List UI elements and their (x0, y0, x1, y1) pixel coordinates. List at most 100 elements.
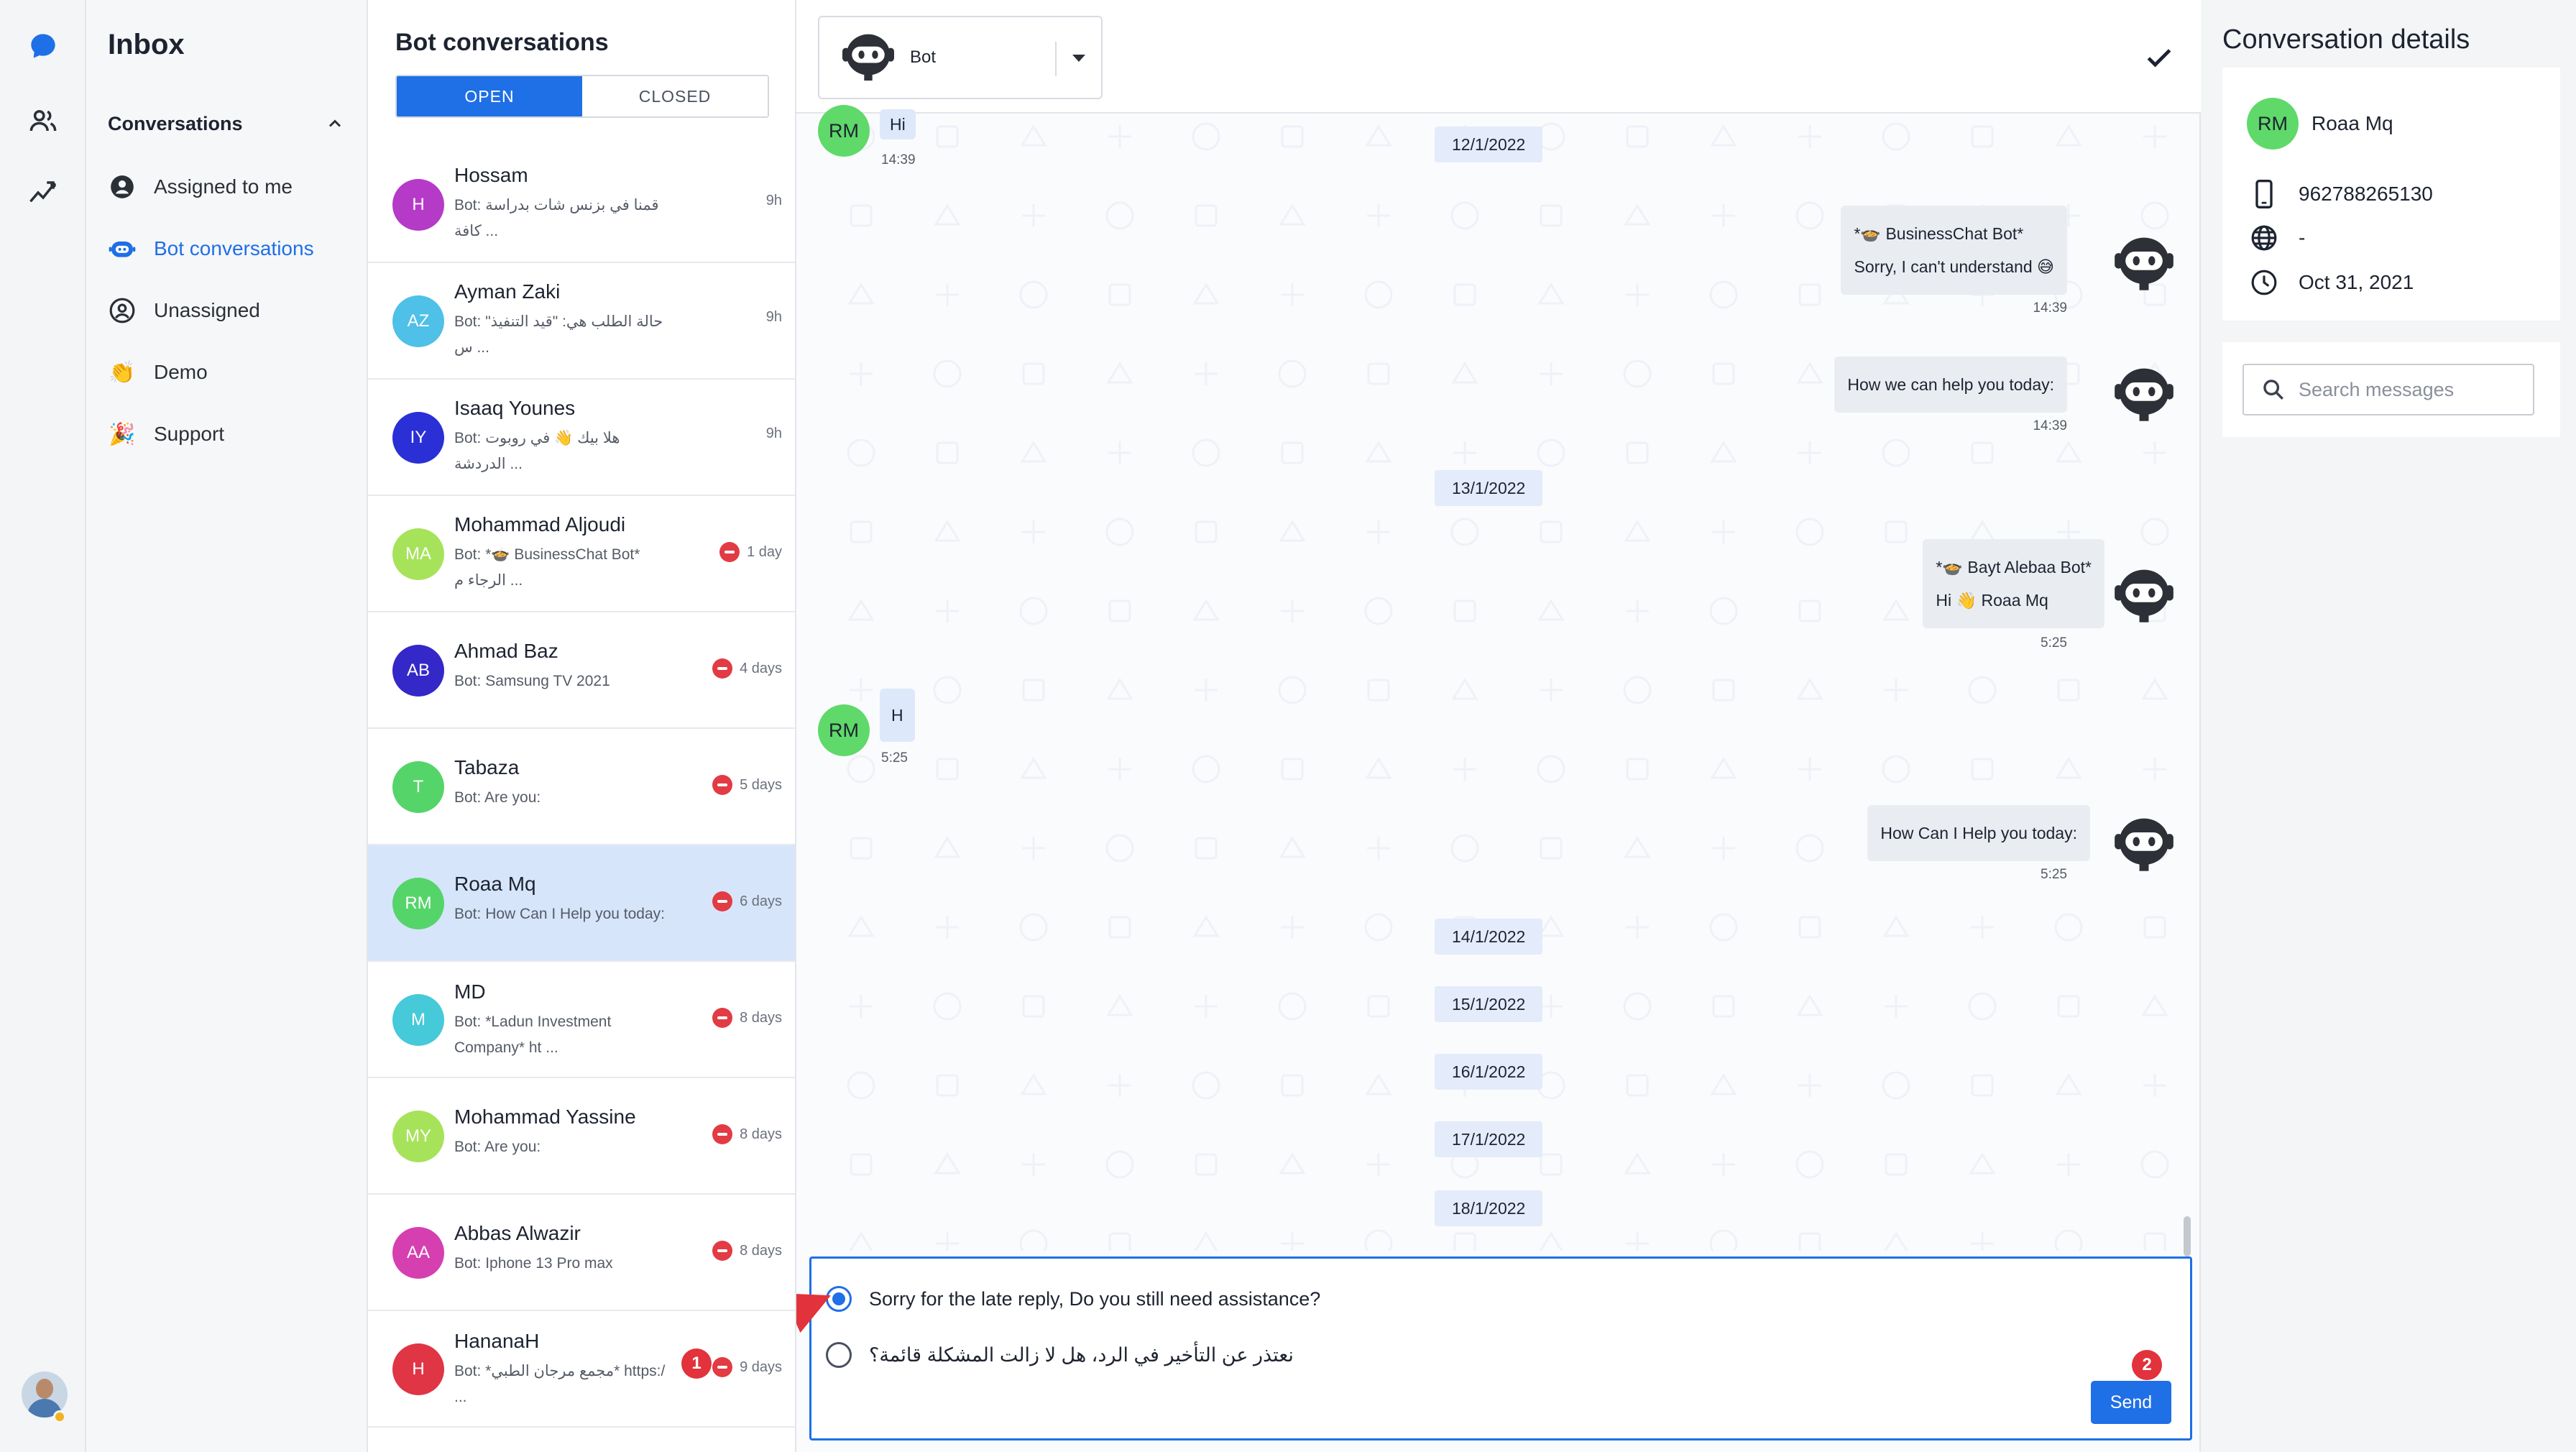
status-indicator (53, 1410, 66, 1423)
message-preview: Bot: How Can I Help you today: (454, 906, 665, 922)
conversation-row[interactable]: MY Mohammad Yassine Bot: Are you: 8 days (368, 1078, 795, 1195)
conversation-row[interactable]: H Hossam Bot: قمنا في بزنس شات بدراسة كافة… (368, 147, 795, 263)
conversation-row[interactable]: AZ Ayman Zaki Bot: حالة الطلب هي: "قيد الت… (368, 263, 795, 380)
search-box[interactable] (2242, 364, 2534, 415)
chat-bubble-icon[interactable] (26, 29, 60, 63)
overdue-icon (712, 1008, 733, 1028)
caret-down-icon (1072, 55, 1085, 62)
nav-item-support[interactable]: 🎉 Support (108, 414, 352, 454)
search-messages-input[interactable] (2299, 378, 2529, 401)
conversation-time: 8 days (712, 1241, 782, 1261)
nav-item-label: Assigned to me (154, 175, 293, 198)
message-bubble-outgoing: *🍲 BusinessChat Bot* Sorry, I can't unde… (1841, 206, 2067, 295)
customer-avatar: RM (818, 704, 870, 756)
message-line: Sorry, I can't understand 😅 (1854, 257, 2054, 276)
date-separator: 17/1/2022 (1435, 1121, 1543, 1157)
contact-name: MD (454, 980, 486, 1003)
conversation-row[interactable]: H HananaH Bot: *مجمع مرجان الطبي* https:/ … (368, 1311, 795, 1428)
chat-scrollbar[interactable] (2184, 1216, 2191, 1256)
conversation-time: 6 days (712, 891, 782, 911)
message-preview: Bot: قمنا في بزنس شات بدراسة كافة ... (454, 197, 659, 239)
message-preview: Bot: حالة الطلب هي: "قيد التنفيذ" س ... (454, 313, 663, 356)
nav-item-unassigned[interactable]: Unassigned (108, 290, 352, 331)
time-label: 1 day (747, 543, 782, 560)
reply-option-label: Sorry for the late reply, Do you still n… (869, 1287, 1321, 1310)
conversation-row[interactable]: AA Abbas Alwazir Bot: Iphone 13 Pro max 8 d… (368, 1195, 795, 1311)
message-preview: Bot: Samsung TV 2021 (454, 673, 610, 689)
contact-name: Ahmad Baz (454, 640, 558, 662)
customer-avatar: RM (818, 105, 870, 157)
contact-date-row: Oct 31, 2021 (2247, 269, 2414, 296)
message-line: Hi 👋 Roaa Mq (1936, 591, 2048, 610)
contact-avatar: RM (392, 878, 444, 929)
nav-item-demo[interactable]: 👏 Demo (108, 352, 352, 392)
time-label: 5 days (740, 776, 782, 793)
radio-unselected[interactable] (826, 1342, 852, 1368)
contact-avatar: H (392, 1343, 444, 1395)
contact-avatar: M (392, 994, 444, 1046)
message-preview: Bot: Are you: (454, 789, 541, 806)
date-separator: 12/1/2022 (1435, 127, 1543, 162)
conversation-details: Conversation details RM Roaa Mq 96278826… (2201, 0, 2576, 1452)
conversation-row[interactable]: M MD Bot: *Ladun Investment Company* ht ..… (368, 962, 795, 1078)
chat-panel: Bot RM Hi 14:39 12/1/2022 *🍲 BusinessCha… (681, 0, 2201, 1452)
conversation-row[interactable]: MA Mohammad Aljoudi Bot: *🍲 BusinessChat B… (368, 496, 795, 612)
contact-name: Mohammad Yassine (454, 1106, 636, 1128)
conversation-time: 8 days (712, 1008, 782, 1028)
contact-avatar: RM (2247, 98, 2299, 150)
reply-option-arabic[interactable]: نعتذر عن التأخير في الرد، هل لا زالت الم… (826, 1338, 1294, 1372)
clock-icon (2247, 269, 2281, 296)
nav-item-label: Bot conversations (154, 237, 314, 259)
users-icon[interactable] (26, 104, 60, 138)
message-preview: Bot: *🍲 BusinessChat Bot* الرجاء م ... (454, 546, 640, 589)
app-rail (0, 0, 86, 1452)
contact-name: Hossam (454, 164, 528, 186)
chat-header: Bot (796, 0, 2201, 114)
contact-website: - (2299, 226, 2306, 249)
tab-open[interactable]: OPEN (397, 76, 582, 116)
conversation-time: 8 days (712, 1124, 782, 1144)
overdue-icon (712, 1241, 733, 1261)
nav-item-assigned-to-me[interactable]: Assigned to me (108, 167, 352, 207)
conversation-row[interactable]: RM Roaa Mq Bot: How Can I Help you today: 6… (368, 845, 795, 962)
time-label: 8 days (740, 1126, 782, 1142)
conversation-row[interactable]: T Tabaza Bot: Are you: 5 days (368, 729, 795, 845)
bot-avatar-icon (2115, 368, 2174, 421)
time-label: 9h (765, 426, 782, 441)
contact-name: Mohammad Aljoudi (454, 513, 626, 536)
time-label: 9h (765, 193, 782, 208)
check-icon[interactable] (2143, 42, 2175, 73)
analytics-icon[interactable] (26, 175, 60, 210)
account-circle-icon (108, 173, 137, 201)
message-preview: Bot: Iphone 13 Pro max (454, 1255, 613, 1272)
message-preview: Bot: *مجمع مرجان الطبي* https:/ ... (454, 1363, 666, 1405)
conversation-row[interactable]: AB Ahmad Baz Bot: Samsung TV 2021 4 days (368, 612, 795, 729)
contact-avatar: MY (392, 1111, 444, 1162)
contact-phone-row: 962788265130 (2247, 180, 2433, 208)
contact-avatar: AB (392, 645, 444, 697)
conversations-section-toggle[interactable]: Conversations (108, 109, 345, 138)
message-bubble-outgoing: *🍲 Bayt Alebaa Bot* Hi 👋 Roaa Mq (1923, 539, 2104, 628)
agent-select[interactable]: Bot (818, 16, 1103, 99)
agent-name: Bot (910, 47, 937, 67)
radio-selected[interactable] (826, 1286, 852, 1312)
conversation-time: 5 days (712, 775, 782, 795)
status-tabs: OPEN CLOSED (395, 75, 769, 118)
tab-closed[interactable]: CLOSED (582, 76, 768, 116)
send-button[interactable]: Send (2091, 1381, 2171, 1424)
message-bubble-incoming: H (880, 689, 915, 742)
conversation-row[interactable]: IY Isaaq Younes Bot: هلا بيك 👋 في روبوت ال… (368, 380, 795, 496)
conversation-list: Bot conversations OPEN CLOSED H Hossam Bot… (368, 0, 796, 1452)
time-label: 9h (765, 309, 782, 325)
message-line: *🍲 Bayt Alebaa Bot* (1936, 558, 2092, 576)
nav-item-label: Demo (154, 361, 208, 383)
search-icon (2263, 380, 2283, 400)
message-time: 5:25 (2041, 635, 2067, 651)
reply-option-english[interactable]: Sorry for the late reply, Do you still n… (826, 1282, 1320, 1316)
party-popper-icon: 🎉 (109, 422, 136, 446)
conversations-section-label: Conversations (108, 112, 243, 134)
nav-item-bot-conversations[interactable]: Bot conversations (108, 229, 352, 269)
date-separator: 18/1/2022 (1435, 1190, 1543, 1226)
message-bubble-outgoing: How we can help you today: (1834, 357, 2067, 413)
message-preview: Bot: Are you: (454, 1139, 541, 1155)
